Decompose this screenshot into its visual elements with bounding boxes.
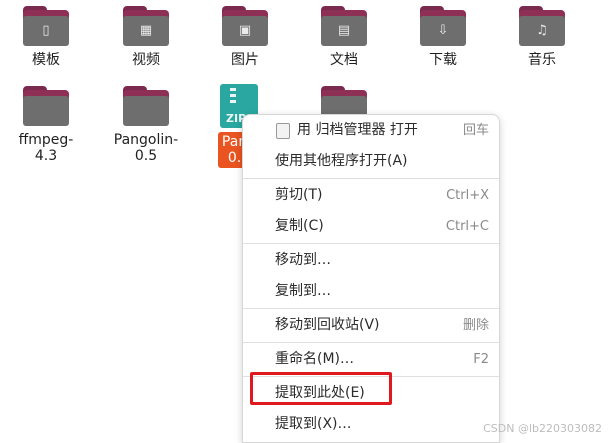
folder-label: 文档 [330, 52, 358, 68]
folder-icon [123, 86, 169, 126]
menu-copy-to[interactable]: 复制到… [243, 276, 499, 307]
folder-videos[interactable]: ▦ 视频 [111, 6, 181, 68]
menu-separator [243, 342, 499, 343]
folder-icon: ▯ [23, 6, 69, 46]
menu-cut[interactable]: 剪切(T) Ctrl+X [243, 180, 499, 211]
folder-label: Pangolin-0.5 [113, 132, 179, 164]
folder-ffmpeg[interactable]: ffmpeg-4.3 [11, 86, 81, 164]
watermark: CSDN @lb220303082 [483, 422, 602, 435]
folder-icon: ▣ [222, 6, 268, 46]
menu-copy[interactable]: 复制(C) Ctrl+C [243, 211, 499, 242]
menu-accel: 删除 [462, 318, 489, 333]
menu-extract-to[interactable]: 提取到(X)… [243, 409, 499, 440]
menu-move-to-trash[interactable]: 移动到回收站(V) 删除 [243, 310, 499, 341]
folder-label: 图片 [231, 52, 259, 68]
folder-icon: ▦ [123, 6, 169, 46]
menu-separator [243, 243, 499, 244]
folder-icon: ♫ [519, 6, 565, 46]
folder-icon: ⇩ [420, 6, 466, 46]
menu-open-archive-manager[interactable]: 用 归档管理器 打开 回车 [243, 115, 499, 146]
folder-label: 视频 [132, 52, 160, 68]
document-icon: ▤ [337, 23, 351, 38]
folder-icon [23, 86, 69, 126]
menu-accel: F2 [473, 352, 489, 367]
folder-label: ffmpeg-4.3 [18, 132, 74, 164]
menu-separator [243, 308, 499, 309]
archive-manager-icon [276, 123, 290, 139]
folder-pictures[interactable]: ▣ 图片 [210, 6, 280, 68]
folder-templates[interactable]: ▯ 模板 [11, 6, 81, 68]
folder-label: 模板 [32, 52, 60, 68]
menu-open-with-other[interactable]: 使用其他程序打开(A) [243, 146, 499, 177]
folder-documents[interactable]: ▤ 文档 [309, 6, 379, 68]
menu-separator [243, 178, 499, 179]
menu-move-to[interactable]: 移动到… [243, 245, 499, 276]
folder-music[interactable]: ♫ 音乐 [507, 6, 577, 68]
template-icon: ▯ [42, 23, 50, 38]
video-icon: ▦ [139, 23, 153, 38]
desktop: ▯ 模板 ▦ 视频 ▣ 图片 ▤ 文档 ⇩ 下载 ♫ 音乐 ffmpeg-4.3… [0, 0, 614, 443]
highlight-box [250, 372, 392, 405]
folder-pangolin[interactable]: Pangolin-0.5 [111, 86, 181, 164]
menu-accel: 回车 [462, 123, 489, 138]
menu-rename[interactable]: 重命名(M)… F2 [243, 344, 499, 375]
menu-accel: Ctrl+X [446, 188, 489, 203]
menu-accel: Ctrl+C [445, 219, 489, 234]
image-icon: ▣ [238, 23, 252, 38]
folder-label: 音乐 [528, 52, 556, 68]
folder-icon: ▤ [321, 6, 367, 46]
download-icon: ⇩ [437, 23, 449, 38]
music-icon: ♫ [536, 23, 548, 38]
folder-label: 下载 [429, 52, 457, 68]
folder-downloads[interactable]: ⇩ 下载 [408, 6, 478, 68]
